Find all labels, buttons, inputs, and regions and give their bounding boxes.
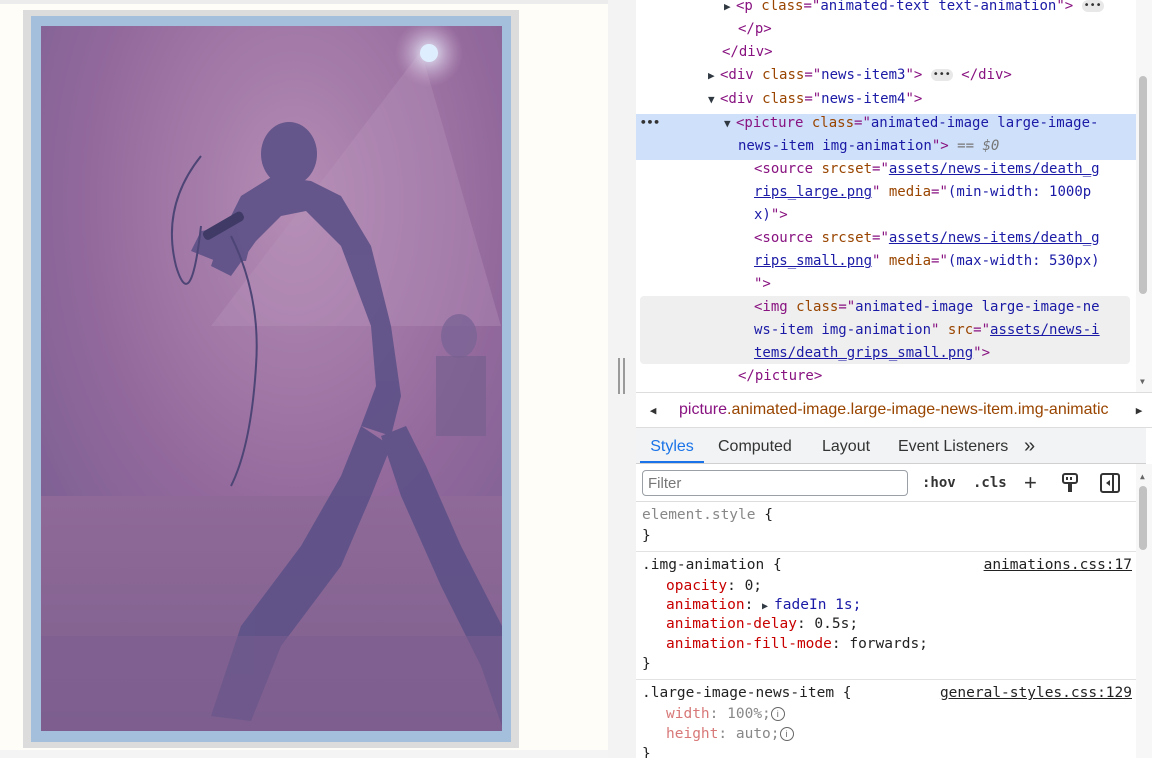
scrollbar-thumb[interactable] [1139,76,1147,294]
info-icon[interactable]: i [770,707,785,721]
concert-photo[interactable] [41,26,502,731]
dom-node-picture-cont[interactable]: news-item img-animation"> == $0 [738,135,999,158]
dom-node-source-small-end[interactable]: "> [754,273,771,296]
img-animation-rule: .img-animation { animations.css:17 opaci… [636,552,1136,680]
node-actions-ellipsis[interactable]: ••• [640,111,660,134]
dom-node-img-end[interactable]: tems/death_grips_small.png"> [754,342,990,365]
src-link[interactable]: tems/death_grips_small.png [754,345,973,361]
news-item-border [31,16,511,742]
dollar-zero-marker: == $0 [957,138,1000,154]
expand-triangle-icon[interactable]: ▶ [708,64,720,87]
scroll-up-arrow-icon[interactable]: ▲ [1140,472,1145,481]
dom-node-source-large-cont[interactable]: rips_large.png" media="(min-width: 1000p [754,181,1091,204]
style-prop[interactable]: animation: ▶ fadeIn 1s; [666,595,861,615]
style-prop[interactable]: animation-fill-mode: forwards; [666,634,928,654]
resize-handle[interactable] [618,358,625,394]
viewport-bottom-edge [0,750,608,758]
source-link[interactable]: general-styles.css:129 [940,685,1132,701]
tab-event-listeners[interactable]: Event Listeners [898,428,1008,463]
dom-node-p-close[interactable]: </p> [738,18,772,41]
large-image-news-item-rule: .large-image-news-item { general-styles.… [642,685,1132,758]
dom-node-source-large[interactable]: <source srcset="assets/news-items/death_… [754,158,1100,181]
srcset-link[interactable]: assets/news-items/death_g [889,161,1100,177]
tab-computed[interactable]: Computed [718,428,792,463]
devtools-panel: ▶ <p class="animated-text text-animation"… [636,0,1152,758]
style-prop[interactable]: width: 100%; i [666,704,785,724]
dom-node-source-large-end[interactable]: x)"> [754,204,788,227]
style-prop[interactable]: opacity: 0; [666,576,762,596]
dom-node-source-small[interactable]: <source srcset="assets/news-items/death_… [754,227,1100,250]
srcset-link[interactable]: assets/news-items/death_g [889,230,1100,246]
breadcrumb-right-arrow-icon[interactable]: ▶ [1126,399,1152,423]
more-tabs-chevron-icon[interactable]: » [1024,428,1035,463]
dom-node-div-close[interactable]: </div> [722,41,773,64]
srcset-link[interactable]: rips_large.png [754,184,872,200]
breadcrumb: ◀ picture.animated-image.large-image-new… [636,392,1152,428]
dom-node-news-item3[interactable]: ▶ <div class="news-item3"> ••• </div> [708,64,1012,87]
dom-node-source-small-cont[interactable]: rips_small.png" media="(max-width: 530px… [754,250,1100,273]
collapsed-content-ellipsis[interactable]: ••• [930,69,953,81]
breadcrumb-item[interactable]: picture.animated-image.large-image-news-… [679,393,1125,427]
rule-selector[interactable]: .large-image-news-item [642,685,834,701]
style-prop[interactable]: animation-delay: 0.5s; [666,614,858,634]
breadcrumb-left-arrow-icon[interactable]: ◀ [640,399,666,423]
viewport-top-edge [0,0,608,4]
scroll-down-arrow-icon[interactable]: ▼ [1140,377,1145,386]
filter-input[interactable] [642,470,908,496]
dom-scrollbar[interactable]: ▼ [1136,0,1152,392]
paint-brush-icon[interactable] [1060,472,1080,498]
element-style-rule: element.style { } [636,502,1136,552]
styles-scrollbar[interactable]: ▲ [1136,464,1152,758]
panel-divider[interactable] [608,0,636,758]
src-link[interactable]: assets/news-i [990,322,1100,338]
collapse-triangle-icon[interactable]: ▼ [724,112,736,135]
styles-toolbar: :hov .cls + [636,464,1146,502]
styles-pane: element.style { } .img-animation { anima… [636,502,1136,758]
expand-triangle-icon[interactable]: ▶ [724,0,736,18]
elements-dom-tree: ▶ <p class="animated-text text-animation"… [636,0,1136,392]
news-item-frame [23,10,519,748]
toggle-sidebar-icon[interactable] [1100,472,1120,498]
dom-node-picture[interactable]: ▼ <picture class="animated-image large-im… [724,112,1098,135]
scrollbar-thumb[interactable] [1139,486,1147,550]
dom-node-news-item4[interactable]: ▼ <div class="news-item4"> [708,88,922,111]
dom-node-p[interactable]: ▶ <p class="animated-text text-animation"… [724,0,1104,18]
info-icon[interactable]: i [779,727,794,741]
tab-layout[interactable]: Layout [822,428,870,463]
dom-node-img-cont[interactable]: ws-item img-animation" src="assets/news-… [754,319,1100,342]
rule-selector[interactable]: .img-animation [642,557,764,573]
singer-performing-image [41,26,502,731]
page-viewport [0,0,608,758]
style-prop[interactable]: height: auto; i [666,724,794,744]
new-rule-plus-icon[interactable]: + [1024,470,1037,496]
cls-toggle[interactable]: .cls [973,470,1007,496]
dom-node-img[interactable]: <img class="animated-image large-image-n… [754,296,1100,319]
sidebar-tabs: Styles Computed Layout Event Listeners » [636,428,1146,464]
tab-styles[interactable]: Styles [640,428,704,463]
srcset-link[interactable]: rips_small.png [754,253,872,269]
collapse-triangle-icon[interactable]: ▼ [708,88,720,111]
dom-node-picture-close[interactable]: </picture> [738,365,822,388]
hov-toggle[interactable]: :hov [922,470,956,496]
collapsed-content-ellipsis[interactable]: ••• [1081,0,1104,12]
source-link[interactable]: animations.css:17 [984,557,1132,573]
